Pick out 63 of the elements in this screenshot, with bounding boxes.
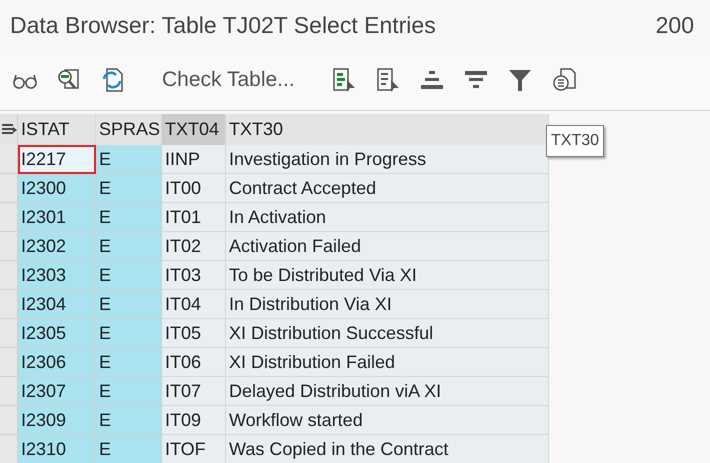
table-cell: In Distribution Via XI xyxy=(226,290,549,319)
table-cell: IT02 xyxy=(162,232,226,261)
table-cell: Investigation in Progress xyxy=(226,145,549,174)
row-selector[interactable] xyxy=(0,203,18,232)
table-cell: I2310 xyxy=(18,435,96,463)
table-cell: I2307 xyxy=(18,377,96,406)
column-header[interactable]: ISTAT xyxy=(18,114,96,145)
table-cell: Workflow started xyxy=(226,406,549,435)
window-title: Data Browser: Table TJ02T Select Entries xyxy=(10,10,436,40)
client-number: 200 xyxy=(656,10,694,40)
table-cell: E xyxy=(96,406,162,435)
column-header[interactable]: SPRAS xyxy=(96,114,162,145)
table-cell: E xyxy=(96,348,162,377)
table-cell: I2217 xyxy=(18,145,96,174)
table-cell: IINP xyxy=(162,145,226,174)
row-selector[interactable] xyxy=(0,174,18,203)
table-cell: I2303 xyxy=(18,261,96,290)
row-selector[interactable] xyxy=(0,261,18,290)
table-cell: IT07 xyxy=(162,377,226,406)
table-cell: I2306 xyxy=(18,348,96,377)
table-cell: IT04 xyxy=(162,290,226,319)
table-cell: XI Distribution Successful xyxy=(226,319,549,348)
row-selector[interactable] xyxy=(0,319,18,348)
table-cell: Contract Accepted xyxy=(226,174,549,203)
table-cell: Was Copied in the Contract xyxy=(226,435,549,463)
table-cell: ITOF xyxy=(162,435,226,463)
table-cell: E xyxy=(96,319,162,348)
table-cell: I2302 xyxy=(18,232,96,261)
table-cell: IT06 xyxy=(162,348,226,377)
table-cell: IT00 xyxy=(162,174,226,203)
row-selector[interactable] xyxy=(0,435,18,463)
column-header[interactable]: TXT30 xyxy=(226,114,549,145)
column-settings-icon[interactable] xyxy=(0,114,18,145)
tooltip: TXT30 xyxy=(546,125,604,157)
table-cell: I2305 xyxy=(18,319,96,348)
table-cell: Delayed Distribution viA XI xyxy=(226,377,549,406)
table-cell: E xyxy=(96,435,162,463)
table-cell: I2309 xyxy=(18,406,96,435)
table-cell: IT05 xyxy=(162,319,226,348)
row-selector[interactable] xyxy=(0,377,18,406)
table-cell: IT09 xyxy=(162,406,226,435)
table-cell: E xyxy=(96,377,162,406)
table-cell: In Activation xyxy=(226,203,549,232)
row-selector[interactable] xyxy=(0,232,18,261)
row-selector[interactable] xyxy=(0,290,18,319)
row-selector[interactable] xyxy=(0,406,18,435)
table-cell: XI Distribution Failed xyxy=(226,348,549,377)
table-cell: E xyxy=(96,145,162,174)
table-cell: E xyxy=(96,290,162,319)
table-cell: E xyxy=(96,174,162,203)
table-cell: E xyxy=(96,203,162,232)
column-header[interactable]: TXT04 xyxy=(162,114,226,145)
check-table-button[interactable]: Check Table... xyxy=(142,63,315,97)
table-cell: I2301 xyxy=(18,203,96,232)
table-cell: E xyxy=(96,261,162,290)
table-cell: IT03 xyxy=(162,261,226,290)
table-cell: Activation Failed xyxy=(226,232,549,261)
table-cell: IT01 xyxy=(162,203,226,232)
row-selector[interactable] xyxy=(0,348,18,377)
table-cell: I2300 xyxy=(18,174,96,203)
table-cell: E xyxy=(96,232,162,261)
table-cell: To be Distributed Via XI xyxy=(226,261,549,290)
table-cell: I2304 xyxy=(18,290,96,319)
